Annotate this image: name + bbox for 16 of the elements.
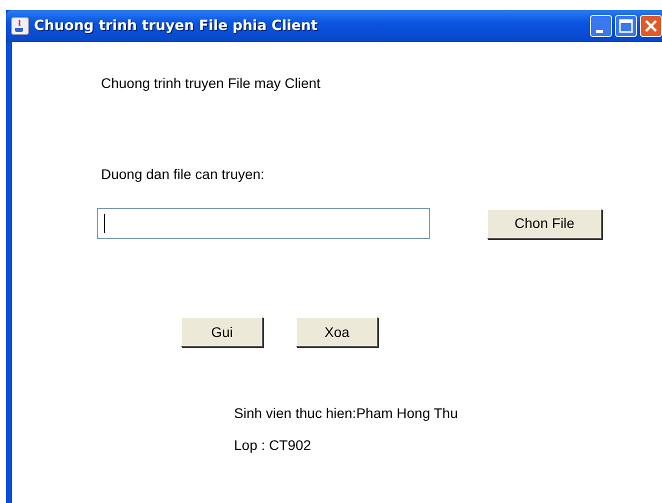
footer-text: Sinh vien thuc hien:Pham Hong Thu xyxy=(234,404,458,423)
heading-text: Chuong trinh truyen File may Client xyxy=(101,74,320,93)
path-label: Duong dan file can truyen: xyxy=(101,165,264,184)
maximize-icon xyxy=(619,19,633,33)
window-title: Chuong trinh truyen File phia Client xyxy=(34,16,319,36)
action-button[interactable]: Xoa xyxy=(296,317,378,347)
footer-text: Lop : CT902 xyxy=(234,436,312,455)
maximize-button[interactable] xyxy=(615,15,637,37)
minimize-icon xyxy=(596,30,602,32)
action-button[interactable]: Gui xyxy=(181,317,263,347)
coffee-cup-icon xyxy=(11,17,29,35)
file-path-field[interactable] xyxy=(97,208,430,239)
minimize-button[interactable] xyxy=(590,15,612,37)
close-button[interactable] xyxy=(640,15,662,37)
choose-file-button[interactable]: Chon File xyxy=(487,208,602,238)
close-icon xyxy=(644,19,658,33)
